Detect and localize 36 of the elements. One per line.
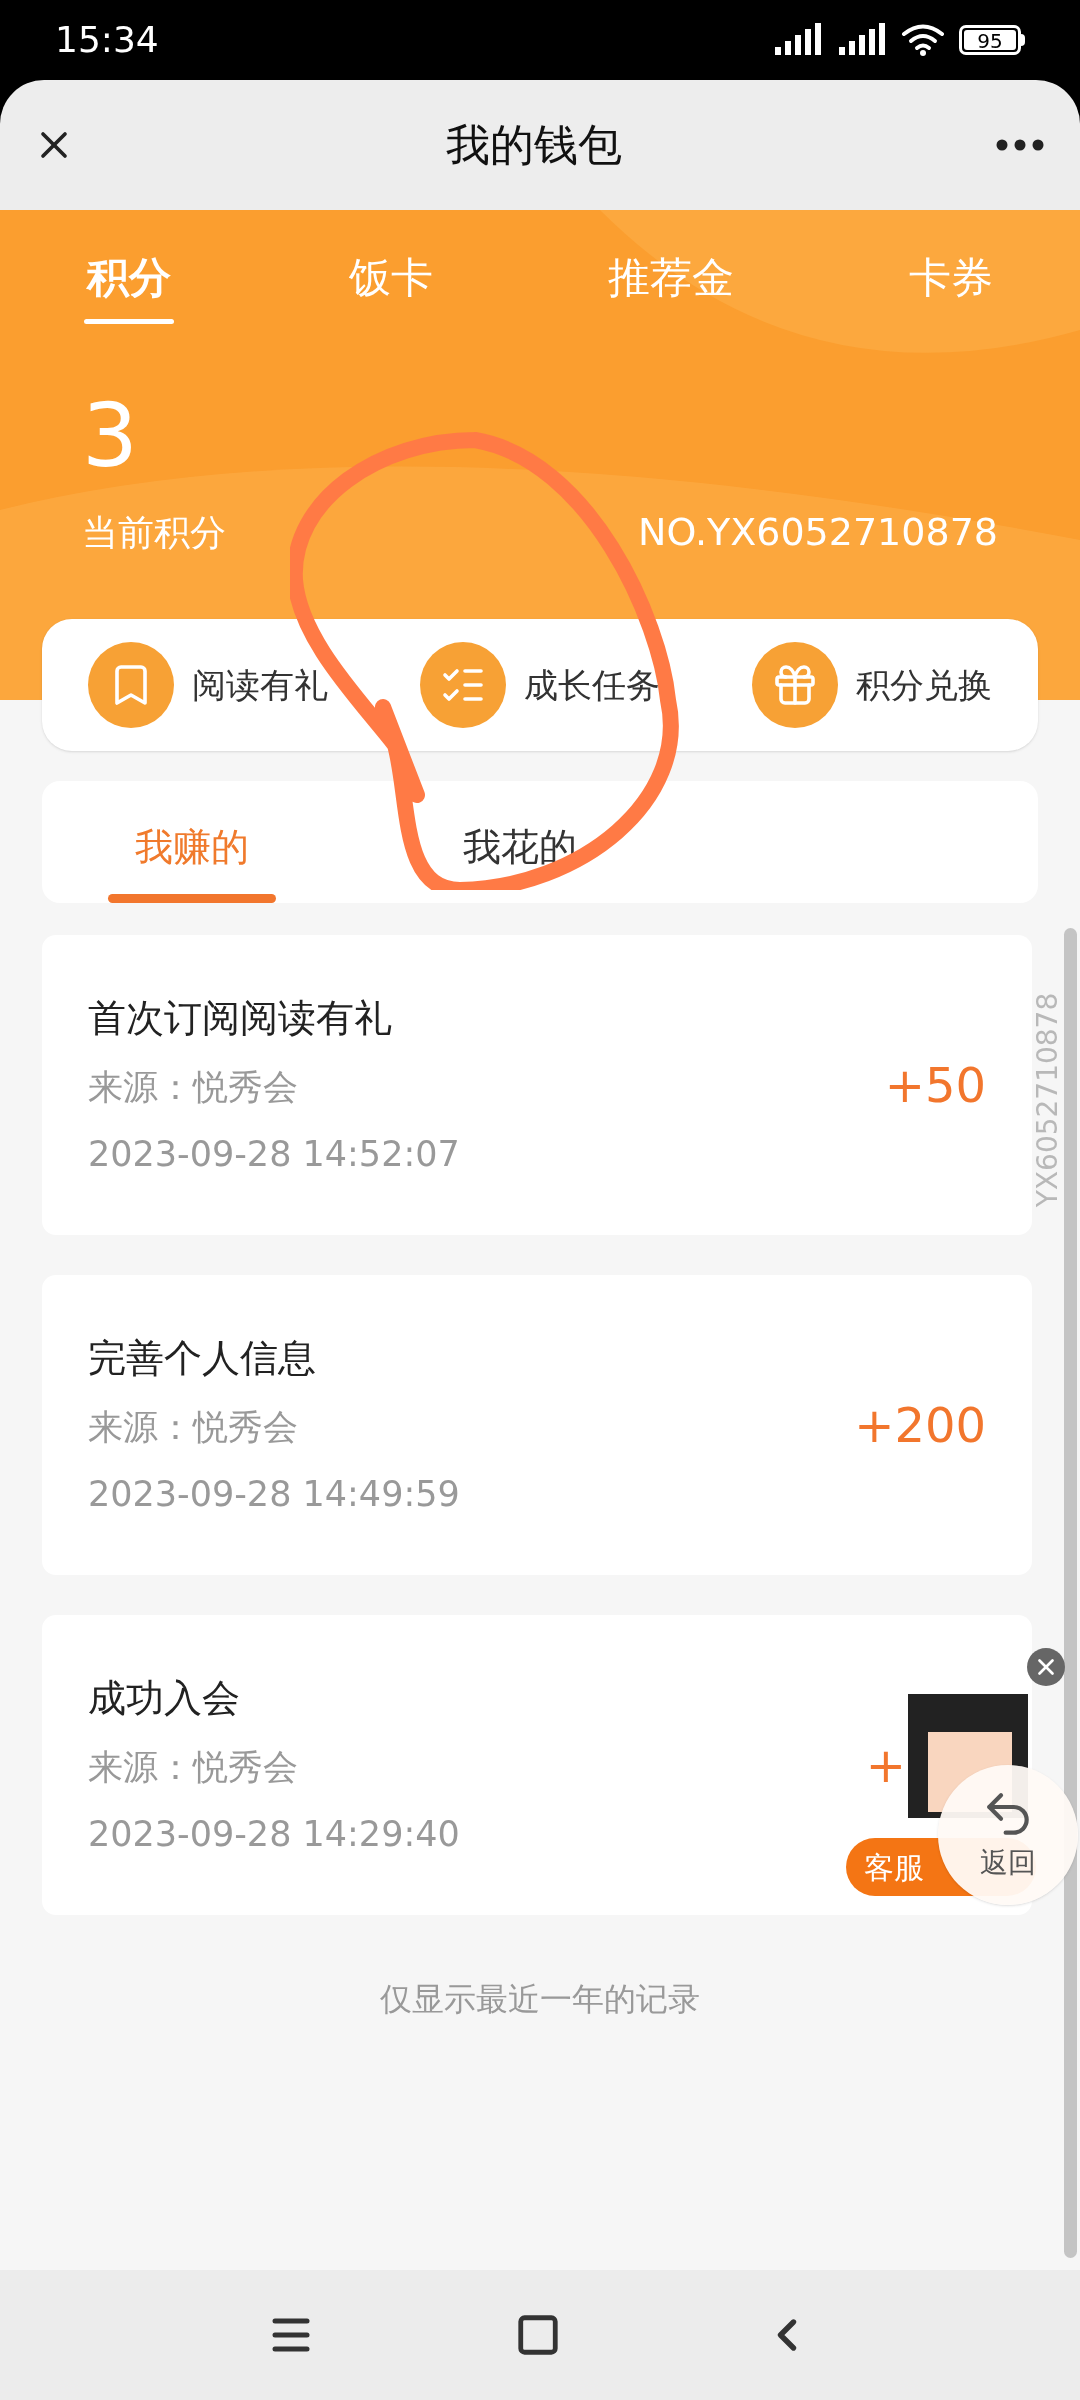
close-float-button[interactable] [1027, 1648, 1065, 1686]
clock-text: 15:34 [55, 18, 159, 62]
action-label: 积分兑换 [856, 663, 992, 707]
home-button[interactable] [515, 2312, 561, 2358]
action-label: 成长任务 [524, 663, 660, 707]
wallet-tab[interactable]: 饭卡 [346, 246, 436, 324]
record-time: 2023-09-28 14:29:40 [88, 1812, 460, 1856]
record-time: 2023-09-28 14:49:59 [88, 1472, 460, 1516]
wallet-tab[interactable]: 卡券 [906, 246, 996, 324]
square-icon [515, 2312, 561, 2358]
action-item[interactable]: 积分兑换 [752, 642, 992, 728]
signal-icon [773, 23, 823, 57]
record-tab[interactable]: 我赚的 [108, 819, 276, 903]
record-source: 来源：悦秀会 [88, 1406, 299, 1449]
record-title: 完善个人信息 [88, 1335, 317, 1382]
window-title: 我的钱包 [446, 118, 622, 172]
wallet-tab[interactable]: 推荐金 [608, 246, 734, 324]
points-amount: +200 [854, 1396, 986, 1455]
record-source: 来源：悦秀会 [88, 1746, 299, 1789]
footer-note: 仅显示最近一年的记录 [380, 1979, 700, 2020]
wallet-tab[interactable]: 积分 [84, 246, 174, 324]
record-title: 首次订阅阅读有礼 [88, 995, 393, 1042]
record-time: 2023-09-28 14:52:07 [88, 1132, 460, 1176]
action-label: 阅读有礼 [192, 663, 328, 707]
battery-level-text: 95 [964, 30, 1016, 50]
record-title: 成功入会 [88, 1675, 241, 1722]
record-source: 来源：悦秀会 [88, 1066, 299, 1109]
signal-icon [837, 23, 887, 57]
side-watermark: YX6052710878 [1030, 992, 1065, 1208]
points-amount: + [865, 1736, 906, 1795]
points-value: 3 [82, 386, 139, 486]
member-number: NO.YX6052710878 [638, 509, 998, 556]
more-icon [996, 139, 1044, 151]
points-label: 当前积分 [82, 510, 226, 555]
wifi-icon [901, 23, 945, 57]
points-amount: +50 [884, 1056, 986, 1115]
